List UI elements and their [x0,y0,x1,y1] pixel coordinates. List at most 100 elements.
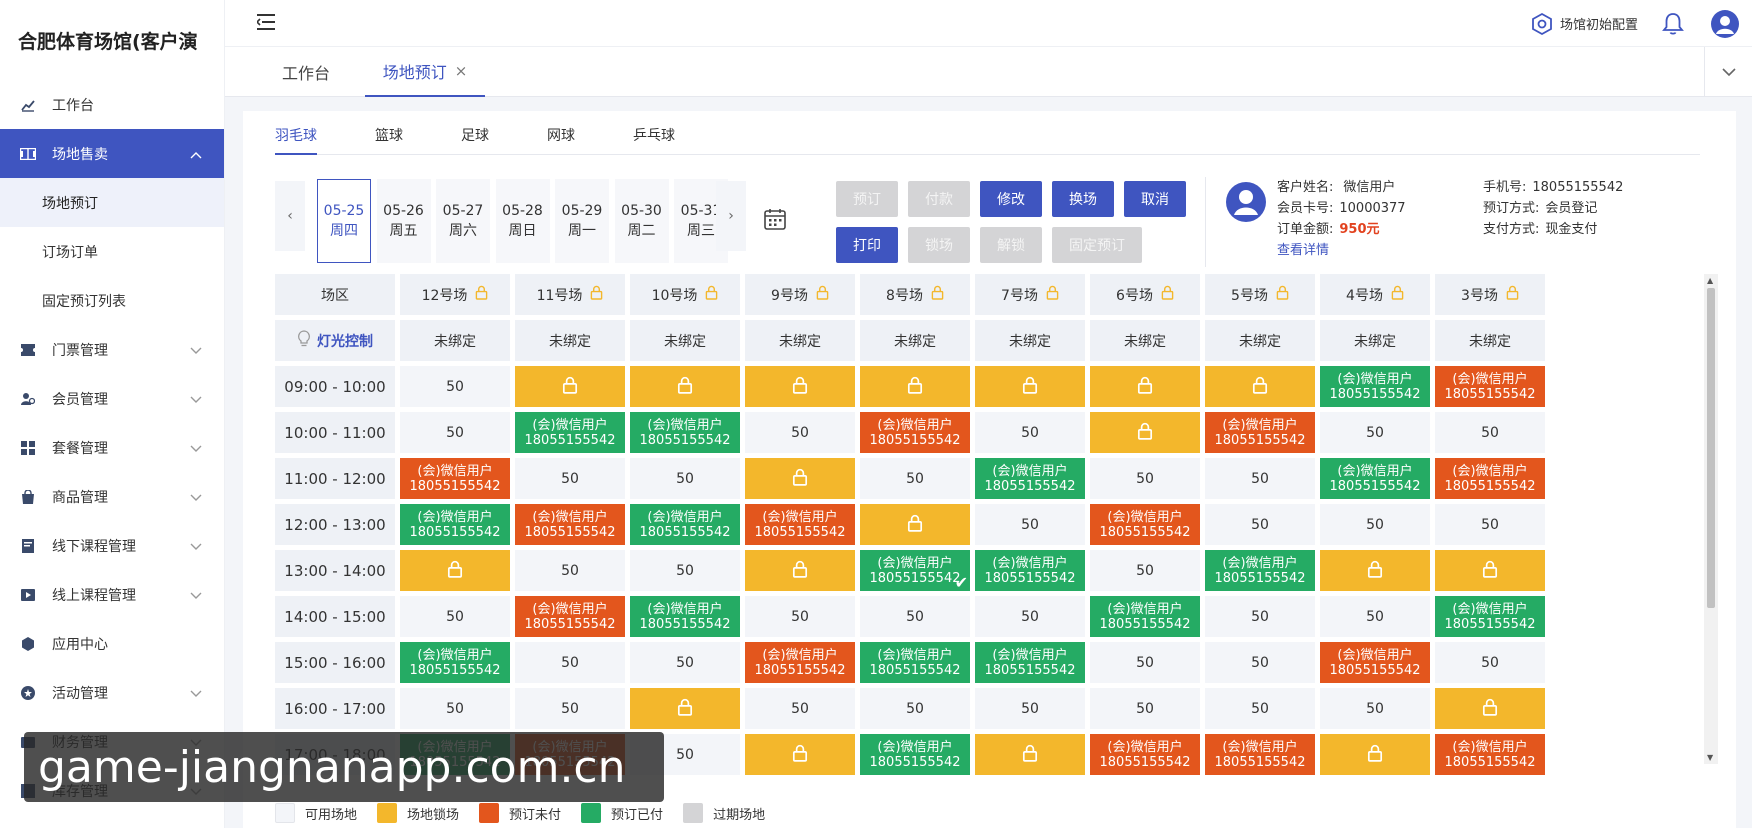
slot-booked-paid[interactable]: (会)微信用户18055155542 [975,550,1085,591]
slot-booked-paid[interactable]: (会)微信用户 18055155542 ✔ [860,550,970,591]
slot-booked-paid[interactable]: (会)微信用户18055155542 [515,412,625,453]
slot-booked-paid[interactable]: (会)微信用户18055155542 [975,458,1085,499]
slot-booked-unpaid[interactable]: (会)微信用户18055155542 [745,642,855,683]
slot-locked[interactable] [975,366,1085,407]
slot-available[interactable]: 50 [400,596,510,637]
sidebar-item-4[interactable]: 固定预订列表 [0,276,224,325]
slot-locked[interactable] [860,504,970,545]
slot-booked-paid[interactable]: (会)微信用户18055155542 [1320,458,1430,499]
sidebar-item-5[interactable]: 门票管理 [0,325,224,374]
sidebar-item-7[interactable]: 套餐管理 [0,423,224,472]
slot-booked-unpaid[interactable]: (会)微信用户18055155542 [1435,458,1545,499]
slot-available[interactable]: 50 [515,550,625,591]
date-option[interactable]: 05-29 周一 [555,179,609,263]
calendar-icon[interactable] [763,207,787,231]
slot-available[interactable]: 50 [1090,688,1200,729]
sidebar-item-1[interactable]: 场地售卖 [0,129,224,178]
slot-locked[interactable] [630,688,740,729]
sidebar-item-8[interactable]: 商品管理 [0,472,224,521]
swap-court-button[interactable]: 换场 [1052,181,1114,217]
slot-booked-unpaid[interactable]: (会)微信用户18055155542 [860,412,970,453]
slot-available[interactable]: 50 [515,642,625,683]
slot-available[interactable]: 50 [1205,458,1315,499]
slot-booked-paid[interactable]: (会)微信用户18055155542 [860,642,970,683]
court-header[interactable]: 5号场 [1205,274,1315,315]
court-header[interactable]: 3号场 [1435,274,1545,315]
date-option[interactable]: 05-28 周日 [495,179,550,263]
slot-available[interactable]: 50 [975,688,1085,729]
slot-available[interactable]: 50 [1205,642,1315,683]
slot-locked[interactable] [975,734,1085,775]
slot-locked[interactable] [1435,688,1545,729]
slot-locked[interactable] [860,366,970,407]
venue-config-button[interactable]: 场馆初始配置 [1530,12,1638,36]
scroll-up-arrow[interactable]: ▲ [1707,276,1713,285]
tabs-dropdown-button[interactable] [1704,47,1752,97]
slot-booked-paid[interactable]: (会)微信用户18055155542 [630,412,740,453]
slot-booked-unpaid[interactable]: (会)微信用户18055155542 [1205,412,1315,453]
slot-locked[interactable] [745,550,855,591]
slot-available[interactable]: 50 [1090,550,1200,591]
date-option[interactable]: 05-30 周二 [614,179,669,263]
court-header[interactable]: 11号场 [515,274,625,315]
slot-available[interactable]: 50 [860,458,970,499]
slot-locked[interactable] [1205,366,1315,407]
slot-available[interactable]: 50 [400,366,510,407]
slot-available[interactable]: 50 [515,458,625,499]
slot-available[interactable]: 50 [1320,688,1430,729]
slot-locked[interactable] [400,550,510,591]
court-header[interactable]: 7号场 [975,274,1085,315]
slot-available[interactable]: 50 [630,458,740,499]
slot-available[interactable]: 50 [1205,596,1315,637]
lock-court-button[interactable]: 锁场 [908,227,970,263]
slot-available[interactable]: 50 [1205,688,1315,729]
court-header[interactable]: 8号场 [860,274,970,315]
slot-locked[interactable] [745,366,855,407]
light-control-button[interactable]: 灯光控制 [275,320,395,361]
unlock-button[interactable]: 解锁 [980,227,1042,263]
sport-tab-4[interactable]: 乒乓球 [633,125,675,155]
slot-booked-paid[interactable]: (会)微信用户18055155542 [400,642,510,683]
grid-scrollbar[interactable]: ▲ ▼ [1704,274,1718,764]
slot-locked[interactable] [745,734,855,775]
court-header[interactable]: 10号场 [630,274,740,315]
slot-locked[interactable] [1090,366,1200,407]
slot-booked-paid[interactable]: (会)微信用户18055155542 [630,504,740,545]
tab-workbench[interactable]: 工作台 [282,47,330,97]
book-button[interactable]: 预订 [836,181,898,217]
slot-available[interactable]: 50 [745,596,855,637]
slot-locked[interactable] [1320,734,1430,775]
court-header[interactable]: 6号场 [1090,274,1200,315]
slot-booked-unpaid[interactable]: (会)微信用户18055155542 [1435,366,1545,407]
slot-available[interactable]: 50 [630,550,740,591]
slot-available[interactable]: 50 [975,596,1085,637]
slot-booked-unpaid[interactable]: (会)微信用户18055155542 [400,458,510,499]
slot-available[interactable]: 50 [1090,642,1200,683]
sidebar-item-3[interactable]: 订场订单 [0,227,224,276]
sidebar-item-12[interactable]: 活动管理 [0,668,224,717]
menu-toggle-icon[interactable] [257,12,279,32]
court-header[interactable]: 12号场 [400,274,510,315]
sidebar-item-11[interactable]: 应用中心 [0,619,224,668]
slot-booked-paid[interactable]: (会)微信用户18055155542 [630,596,740,637]
sidebar-item-9[interactable]: 线下课程管理 [0,521,224,570]
scroll-thumb[interactable] [1707,288,1715,608]
slot-booked-paid[interactable]: (会)微信用户18055155542 [400,504,510,545]
slot-locked[interactable] [1090,412,1200,453]
slot-locked[interactable] [630,366,740,407]
slot-booked-unpaid[interactable]: (会)微信用户18055155542 [745,504,855,545]
slot-available[interactable]: 50 [745,688,855,729]
slot-available[interactable]: 50 [1320,412,1430,453]
slot-available[interactable]: 50 [975,412,1085,453]
slot-available[interactable]: 50 [1435,642,1545,683]
slot-booked-unpaid[interactable]: (会)微信用户18055155542 [1090,504,1200,545]
slot-locked[interactable] [745,458,855,499]
sport-tab-1[interactable]: 篮球 [375,125,403,155]
slot-booked-paid[interactable]: (会)微信用户18055155542 [975,642,1085,683]
date-option[interactable]: 05-25 周四 [317,179,371,263]
slot-available[interactable]: 50 [975,504,1085,545]
sidebar-item-0[interactable]: 工作台 [0,80,224,129]
date-option[interactable]: 05-26 周五 [376,179,431,263]
date-next-button[interactable]: › [716,181,746,251]
slot-available[interactable]: 50 [1320,504,1430,545]
